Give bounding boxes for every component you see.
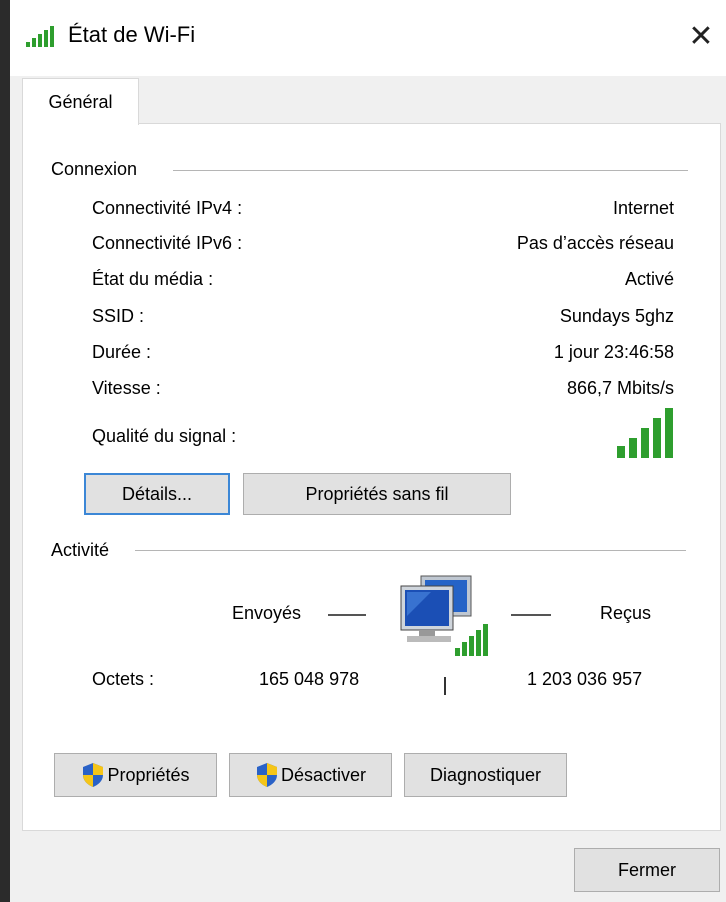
disable-button[interactable]: Désactiver [229, 753, 392, 797]
window-title: État de Wi-Fi [68, 22, 196, 47]
details-button[interactable]: Détails... [84, 473, 230, 515]
wifi-signal-icon [26, 26, 54, 47]
wifi-status-dialog: État de Wi-Fi ✕ Général Connexion Connec… [10, 0, 726, 902]
received-label: Reçus [600, 603, 652, 623]
duration-value: 1 jour 23:46:58 [553, 342, 674, 362]
sent-dash [328, 614, 366, 616]
speed-label: Vitesse : [92, 378, 161, 398]
bytes-sent-value: 165 048 978 [259, 669, 360, 689]
connexion-heading: Connexion [51, 159, 148, 180]
speed-value: 866,7 Mbits/s [566, 378, 674, 398]
media-state-label: État du média : [92, 269, 214, 289]
activity-heading: Activité [51, 540, 120, 561]
sent-label: Envoyés [232, 603, 302, 623]
tab-general[interactable]: Général [22, 78, 139, 125]
general-panel: Connexion Connectivité IPv4 : Internet C… [22, 123, 721, 831]
close-icon[interactable]: ✕ [676, 12, 726, 62]
ipv6-label: Connectivité IPv6 : [92, 233, 243, 253]
bytes-received-value: 1 203 036 957 [527, 669, 643, 689]
close-button[interactable]: Fermer [574, 848, 720, 892]
signal-strength-icon [617, 408, 673, 458]
ipv6-value: Pas d’accès réseau [516, 233, 674, 253]
title-bar: État de Wi-Fi ✕ [10, 0, 726, 76]
properties-button[interactable]: Propriétés [54, 753, 217, 797]
signal-quality-label: Qualité du signal : [92, 426, 237, 446]
network-computers-icon [400, 575, 488, 656]
received-dash [511, 614, 551, 616]
activity-divider [135, 550, 686, 551]
bytes-separator [444, 677, 446, 695]
bytes-label: Octets : [92, 669, 155, 689]
ipv4-value: Internet [612, 198, 674, 218]
ssid-value: Sundays 5ghz [559, 306, 674, 326]
ssid-label: SSID : [92, 306, 145, 326]
uac-shield-icon [83, 763, 104, 787]
connexion-divider [173, 170, 688, 171]
properties-button-label: Propriétés [107, 764, 190, 785]
diagnose-button[interactable]: Diagnostiquer [404, 753, 567, 797]
media-state-value: Activé [624, 269, 674, 289]
wireless-properties-button[interactable]: Propriétés sans fil [243, 473, 511, 515]
uac-shield-icon [256, 763, 277, 787]
duration-label: Durée : [92, 342, 152, 362]
disable-button-label: Désactiver [280, 764, 367, 785]
ipv4-label: Connectivité IPv4 : [92, 198, 243, 218]
